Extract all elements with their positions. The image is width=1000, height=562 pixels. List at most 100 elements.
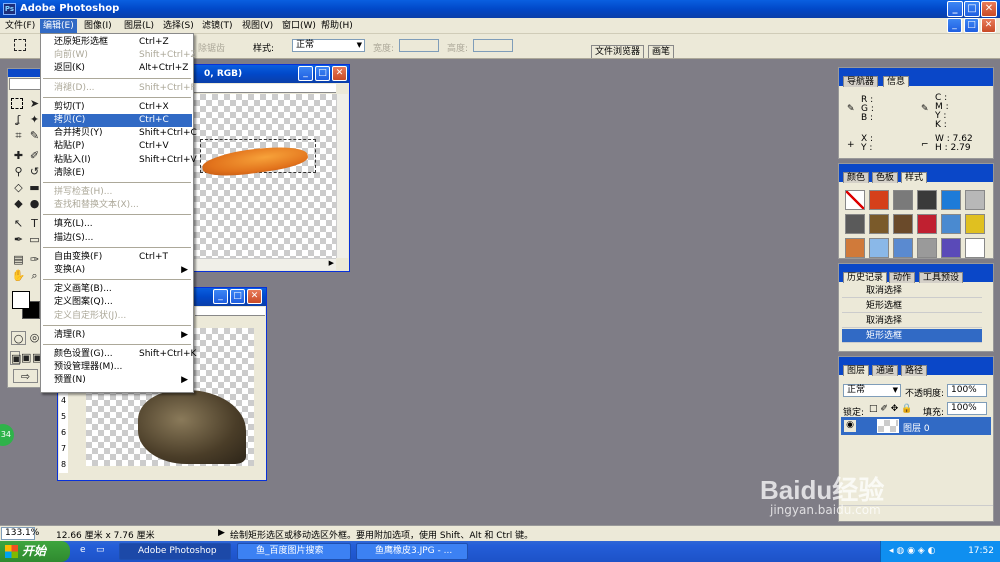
tab-paths[interactable]: 路径	[901, 365, 928, 376]
tab-navigator[interactable]: 导航器	[843, 76, 879, 87]
menu-help[interactable]: 帮助(H)	[318, 19, 356, 33]
menu-file[interactable]: 文件(F)	[2, 19, 38, 33]
edit-menu-item[interactable]: 粘贴入(I) Shift+Ctrl+V	[42, 154, 197, 167]
tab-brushes[interactable]: 画笔	[648, 45, 675, 58]
marquee-tool-icon[interactable]	[11, 98, 23, 109]
style-swatch[interactable]	[917, 214, 937, 234]
tab-layers[interactable]: 图层	[843, 365, 870, 376]
quicklaunch-ie-icon[interactable]: e	[80, 545, 86, 555]
pen-tool-icon[interactable]: ✒	[11, 233, 26, 247]
style-swatch[interactable]	[869, 238, 889, 258]
start-button[interactable]: 开始	[0, 541, 70, 562]
style-swatch[interactable]	[917, 238, 937, 258]
blur-tool-icon[interactable]: ◆	[11, 197, 26, 211]
tray-icons[interactable]: ◂ ◍ ◉ ◈ ◐	[889, 546, 935, 556]
screen-mode-full-menu-icon[interactable]: ▣	[21, 351, 31, 365]
tab-history[interactable]: 历史记录	[843, 272, 888, 283]
style-swatch[interactable]	[941, 190, 961, 210]
edit-menu-item[interactable]: 预置(N) ▶	[42, 374, 192, 387]
style-swatch[interactable]	[893, 238, 913, 258]
lock-icons[interactable]: □ ✐ ✥ 🔒	[869, 404, 912, 414]
edit-menu-item[interactable]: 填充(L)...	[42, 218, 192, 231]
doc2-close-icon[interactable]: ✕	[247, 289, 262, 304]
marquee-option-icon[interactable]	[14, 39, 26, 51]
hand-tool-icon[interactable]: ✋	[11, 269, 26, 283]
history-item-selected[interactable]: 矩形选框	[842, 329, 982, 343]
taskbar-image-viewer[interactable]: 鱼鹰橡皮3.JPG - ...	[356, 543, 468, 560]
style-swatch[interactable]	[917, 190, 937, 210]
tab-info[interactable]: 信息	[883, 76, 910, 87]
edit-menu-item[interactable]: 定义画笔(B)...	[42, 283, 192, 296]
edit-menu-item[interactable]: 返回(K) Alt+Ctrl+Z	[42, 62, 192, 75]
doc2-minimize-icon[interactable]: _	[213, 289, 228, 304]
edit-menu-item[interactable]: 颜色设置(G)... Shift+Ctrl+K	[42, 348, 196, 361]
layer-row[interactable]: ◉ 图层 0	[841, 417, 991, 435]
style-swatch[interactable]	[869, 190, 889, 210]
close-icon[interactable]: ✕	[981, 1, 997, 17]
tab-file-browser[interactable]: 文件浏览器	[591, 45, 645, 58]
doc1-close-icon[interactable]: ✕	[332, 66, 347, 81]
edit-menu-item[interactable]: 描边(S)...	[42, 232, 192, 245]
edit-menu-item[interactable]: 拷贝(C) Ctrl+C	[42, 114, 192, 127]
doc-restore-icon[interactable]: □	[964, 18, 979, 33]
style-swatch[interactable]	[965, 190, 985, 210]
history-item[interactable]: 取消选择	[842, 314, 982, 328]
maximize-icon[interactable]: □	[964, 1, 980, 17]
vertical-scrollbar[interactable]	[336, 94, 348, 258]
eye-icon[interactable]: ◉	[844, 420, 856, 432]
doc2-maximize-icon[interactable]: □	[230, 289, 245, 304]
edit-menu-item[interactable]: 变换(A) ▶	[42, 264, 192, 277]
edit-menu-item[interactable]: 清理(R) ▶	[42, 329, 192, 342]
history-item[interactable]: 矩形选框	[842, 299, 982, 313]
menu-image[interactable]: 图像(I)	[81, 19, 115, 33]
stamp-tool-icon[interactable]: ⚲	[11, 165, 26, 179]
foreground-color-swatch[interactable]	[12, 291, 30, 309]
zoom-level[interactable]: 133.1%	[1, 527, 39, 540]
style-swatch[interactable]	[965, 238, 985, 258]
tab-channels[interactable]: 通道	[872, 365, 899, 376]
menu-edit[interactable]: 编辑(E)	[40, 19, 77, 33]
style-select[interactable]: 正常 ▼	[292, 39, 365, 52]
style-swatch[interactable]	[845, 214, 865, 234]
height-input[interactable]	[473, 39, 513, 52]
screen-mode-standard-icon[interactable]: ▣	[10, 351, 21, 365]
style-swatch[interactable]	[941, 238, 961, 258]
crop-tool-icon[interactable]: ⌗	[11, 129, 26, 143]
notes-tool-icon[interactable]: ▤	[11, 253, 26, 267]
floating-badge[interactable]: 34	[0, 424, 14, 446]
style-swatch[interactable]	[845, 238, 865, 258]
style-swatch[interactable]	[893, 190, 913, 210]
menu-filter[interactable]: 滤镜(T)	[199, 19, 236, 33]
path-select-icon[interactable]: ↖	[11, 217, 26, 231]
opacity-input[interactable]: 100%	[947, 384, 987, 397]
tab-actions[interactable]: 动作	[889, 272, 916, 283]
edit-menu-item[interactable]: 预设管理器(M)...	[42, 361, 192, 374]
edit-menu-item[interactable]: 剪切(T) Ctrl+X	[42, 101, 192, 114]
minimize-icon[interactable]: _	[947, 1, 963, 17]
width-input[interactable]	[399, 39, 439, 52]
menu-window[interactable]: 窗口(W)	[279, 19, 319, 33]
edit-menu-item[interactable]: 合并拷贝(Y) Shift+Ctrl+C	[42, 127, 197, 140]
menu-select[interactable]: 选择(S)	[160, 19, 197, 33]
edit-menu-item[interactable]: 定义图案(Q)...	[42, 296, 192, 309]
tab-color[interactable]: 颜色	[843, 172, 870, 183]
tab-styles[interactable]: 样式	[901, 172, 928, 183]
eraser-tool-icon[interactable]: ◇	[11, 181, 26, 195]
style-swatch[interactable]	[893, 214, 913, 234]
style-swatch[interactable]	[845, 190, 865, 210]
tab-swatches[interactable]: 色板	[872, 172, 899, 183]
menu-layer[interactable]: 图层(L)	[121, 19, 157, 33]
horizontal-scrollbar[interactable]: ▶	[194, 258, 336, 270]
standard-mode-icon[interactable]: ○	[11, 331, 26, 345]
style-swatch[interactable]	[869, 214, 889, 234]
doc1-minimize-icon[interactable]: _	[298, 66, 313, 81]
quicklaunch-desktop-icon[interactable]: ▭	[96, 545, 105, 555]
lasso-tool-icon[interactable]: ʆ	[11, 113, 26, 127]
healing-brush-icon[interactable]: ✚	[11, 149, 26, 163]
doc-minimize-icon[interactable]: _	[947, 18, 962, 33]
edit-menu-item[interactable]: 清除(E)	[42, 167, 192, 180]
style-swatch[interactable]	[965, 214, 985, 234]
doc-close-icon[interactable]: ✕	[981, 18, 996, 33]
adobe-online-icon[interactable]	[9, 78, 42, 90]
edit-menu-item[interactable]: 粘贴(P) Ctrl+V	[42, 140, 192, 153]
